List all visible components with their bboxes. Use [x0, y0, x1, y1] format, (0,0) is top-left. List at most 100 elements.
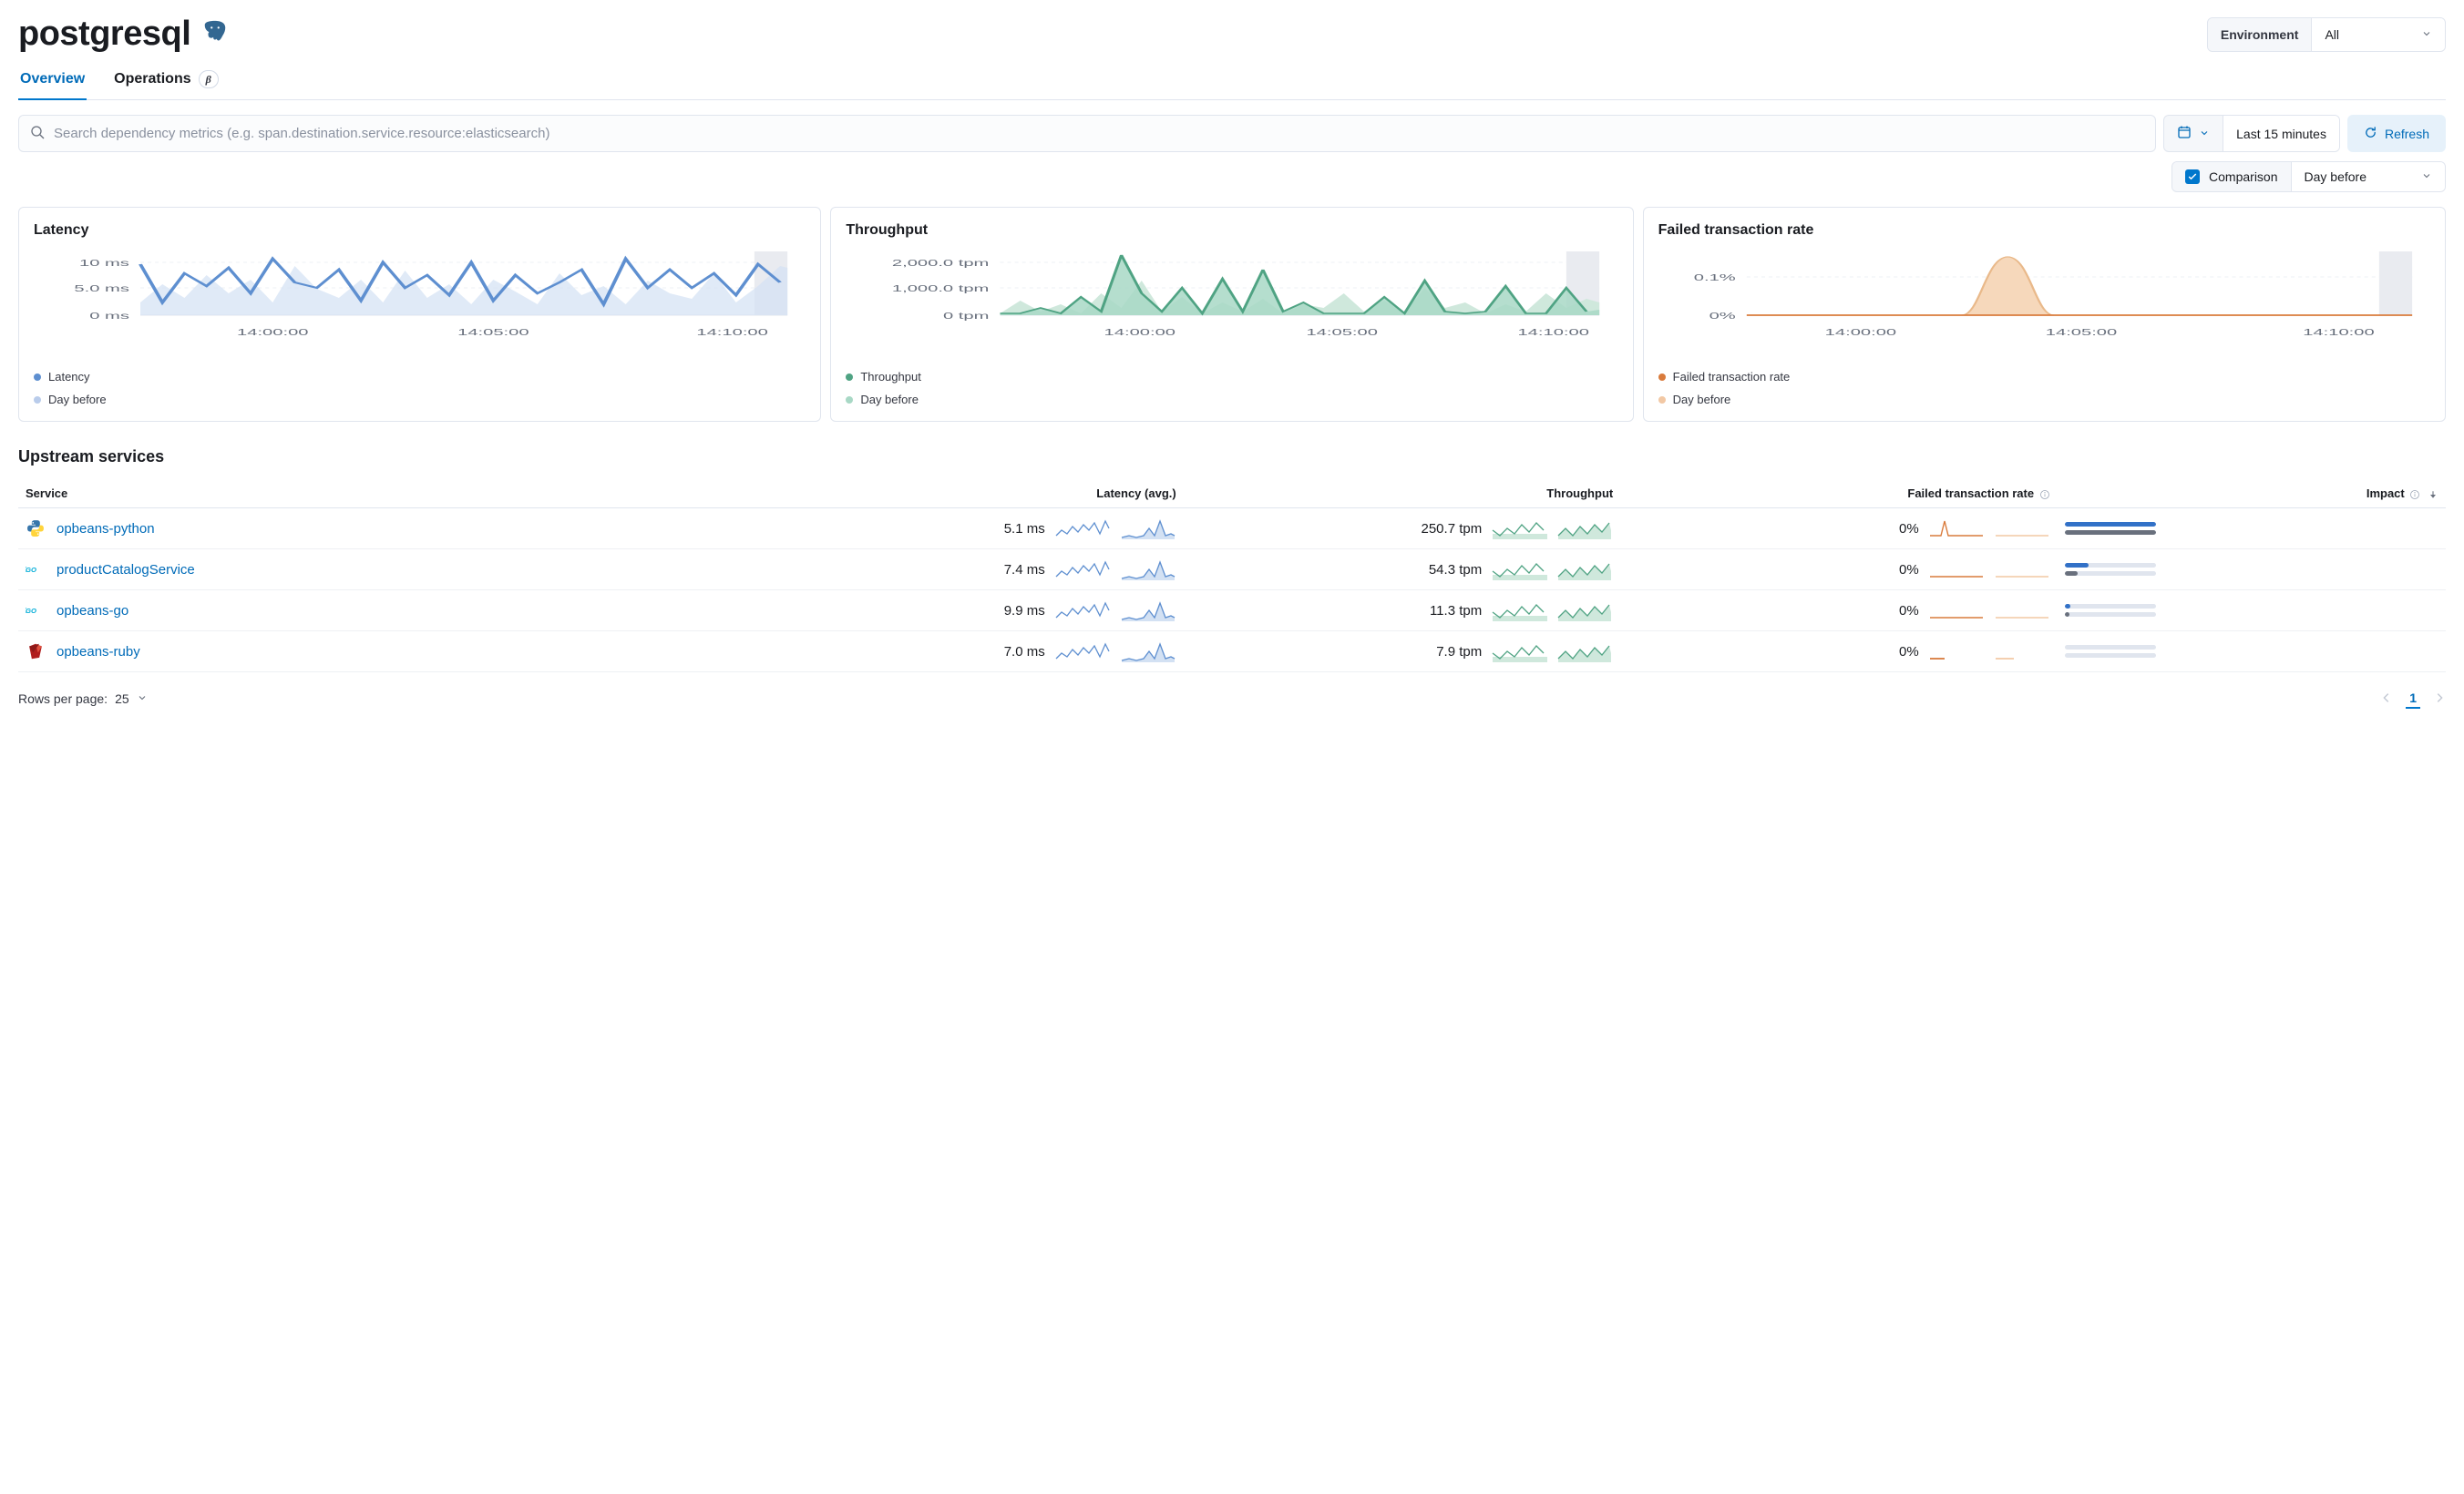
info-icon — [2409, 489, 2420, 500]
time-range-value[interactable]: Last 15 minutes — [2223, 116, 2339, 151]
legend-dot-icon — [846, 374, 853, 381]
svg-text:0 ms: 0 ms — [89, 312, 129, 322]
impact-bars — [2065, 563, 2156, 576]
panel-title: Latency — [34, 222, 806, 239]
svg-text:14:05:00: 14:05:00 — [457, 328, 529, 338]
latency-value: 7.4 ms — [1004, 562, 1045, 578]
legend-item-primary[interactable]: Latency — [34, 370, 806, 384]
page-next-button[interactable] — [2433, 691, 2446, 707]
svg-text:14:00:00: 14:00:00 — [1104, 328, 1176, 338]
svg-text:0 tpm: 0 tpm — [943, 312, 989, 322]
upstream-services-table: Service Latency (avg.) Throughput Failed… — [18, 479, 2446, 672]
chevron-down-icon — [2421, 169, 2432, 184]
tab-operations[interactable]: Operations β — [112, 70, 221, 99]
col-impact-label: Impact — [2366, 486, 2405, 500]
col-failed[interactable]: Failed transaction rate — [1620, 479, 2058, 508]
chevron-down-icon — [137, 691, 148, 706]
svg-text:14:10:00: 14:10:00 — [1518, 328, 1590, 338]
svg-text:5.0 ms: 5.0 ms — [74, 284, 129, 294]
legend-item-compare[interactable]: Day before — [846, 393, 1617, 406]
calendar-icon — [2177, 125, 2192, 142]
legend-label: Latency — [48, 370, 90, 384]
svg-text:14:05:00: 14:05:00 — [1307, 328, 1379, 338]
comparison-toggle[interactable]: Comparison — [2172, 162, 2290, 191]
environment-dropdown[interactable]: All — [2312, 18, 2445, 51]
legend-dot-icon — [1658, 374, 1666, 381]
comparison-selector: Comparison Day before — [2171, 161, 2446, 192]
comparison-label: Comparison — [2209, 169, 2277, 184]
col-impact[interactable]: Impact — [2058, 479, 2446, 508]
rows-per-page-label: Rows per page: — [18, 691, 108, 706]
legend-dot-icon — [34, 396, 41, 404]
go-icon: GO — [26, 600, 46, 620]
tab-label: Operations — [114, 71, 190, 87]
environment-value: All — [2325, 27, 2339, 42]
page-prev-button[interactable] — [2380, 691, 2393, 707]
sort-desc-icon — [2428, 489, 2438, 500]
ruby-icon — [26, 641, 46, 661]
python-icon — [26, 518, 46, 538]
col-service[interactable]: Service — [18, 479, 746, 508]
legend-item-compare[interactable]: Day before — [34, 393, 806, 406]
comparison-checkbox[interactable] — [2185, 169, 2200, 184]
col-throughput[interactable]: Throughput — [1184, 479, 1621, 508]
calendar-button[interactable] — [2164, 116, 2223, 151]
refresh-button[interactable]: Refresh — [2347, 115, 2446, 152]
throughput-value: 54.3 tpm — [1429, 562, 1482, 578]
service-link[interactable]: opbeans-ruby — [56, 644, 140, 660]
latency-value: 9.9 ms — [1004, 603, 1045, 619]
tab-label: Overview — [20, 71, 85, 87]
legend-label: Day before — [860, 393, 919, 406]
search-input[interactable] — [54, 126, 2144, 141]
table-row: opbeans-python 5.1 ms 250.7 tpm 0% — [18, 508, 2446, 549]
impact-bars — [2065, 645, 2156, 658]
legend-dot-icon — [1658, 396, 1666, 404]
search-box[interactable] — [18, 115, 2156, 152]
legend-dot-icon — [34, 374, 41, 381]
latency-value: 5.1 ms — [1004, 521, 1045, 537]
failed-value: 0% — [1899, 603, 1919, 619]
table-row: GO productCatalogService 7.4 ms 54.3 tpm… — [18, 549, 2446, 590]
panel-latency: Latency 10 ms 5.0 ms 0 ms 14:00:00 14:05… — [18, 207, 821, 422]
chevron-down-icon — [2199, 127, 2210, 141]
tabs: Overview Operations β — [18, 70, 2446, 100]
svg-text:0%: 0% — [1709, 312, 1735, 322]
throughput-value: 250.7 tpm — [1422, 521, 1483, 537]
rows-per-page-selector[interactable]: Rows per page: 25 — [18, 691, 148, 706]
svg-text:0.1%: 0.1% — [1693, 273, 1735, 283]
chart-failed-rate[interactable]: 0.1% 0% 14:00:00 14:05:00 14:10:00 — [1658, 248, 2430, 357]
environment-selector[interactable]: Environment All — [2207, 17, 2446, 52]
legend-item-compare[interactable]: Day before — [1658, 393, 2430, 406]
failed-value: 0% — [1899, 521, 1919, 537]
svg-text:10 ms: 10 ms — [79, 259, 129, 269]
svg-text:2,000.0 tpm: 2,000.0 tpm — [892, 259, 989, 269]
panel-title: Throughput — [846, 222, 1617, 239]
svg-text:14:00:00: 14:00:00 — [237, 328, 309, 338]
failed-value: 0% — [1899, 562, 1919, 578]
section-title-upstream: Upstream services — [18, 447, 2446, 466]
col-latency[interactable]: Latency (avg.) — [746, 479, 1184, 508]
legend-item-primary[interactable]: Failed transaction rate — [1658, 370, 2430, 384]
impact-bars — [2065, 522, 2156, 535]
table-row: opbeans-ruby 7.0 ms 7.9 tpm 0% — [18, 631, 2446, 672]
page-number[interactable]: 1 — [2406, 689, 2420, 709]
service-link[interactable]: opbeans-python — [56, 521, 155, 537]
time-range-text: Last 15 minutes — [2236, 127, 2326, 141]
comparison-dropdown[interactable]: Day before — [2291, 162, 2445, 191]
pagination: 1 — [2380, 689, 2446, 709]
panel-failed-rate: Failed transaction rate 0.1% 0% 14:00:00… — [1643, 207, 2446, 422]
refresh-icon — [2364, 126, 2377, 142]
legend-item-primary[interactable]: Throughput — [846, 370, 1617, 384]
tab-overview[interactable]: Overview — [18, 70, 87, 99]
page-title: postgresql — [18, 15, 190, 54]
legend-label: Day before — [48, 393, 107, 406]
service-link[interactable]: productCatalogService — [56, 562, 195, 578]
panel-throughput: Throughput 2,000.0 tpm 1,000.0 tpm 0 tpm… — [830, 207, 1633, 422]
comparison-value: Day before — [2305, 169, 2366, 184]
chart-throughput[interactable]: 2,000.0 tpm 1,000.0 tpm 0 tpm 14:00:00 1… — [846, 248, 1617, 357]
time-range-picker[interactable]: Last 15 minutes — [2163, 115, 2340, 152]
service-link[interactable]: opbeans-go — [56, 603, 128, 619]
rows-per-page-value: 25 — [115, 691, 129, 706]
chart-latency[interactable]: 10 ms 5.0 ms 0 ms 14:00:00 14:05:00 14:1… — [34, 248, 806, 357]
legend-label: Day before — [1673, 393, 1731, 406]
